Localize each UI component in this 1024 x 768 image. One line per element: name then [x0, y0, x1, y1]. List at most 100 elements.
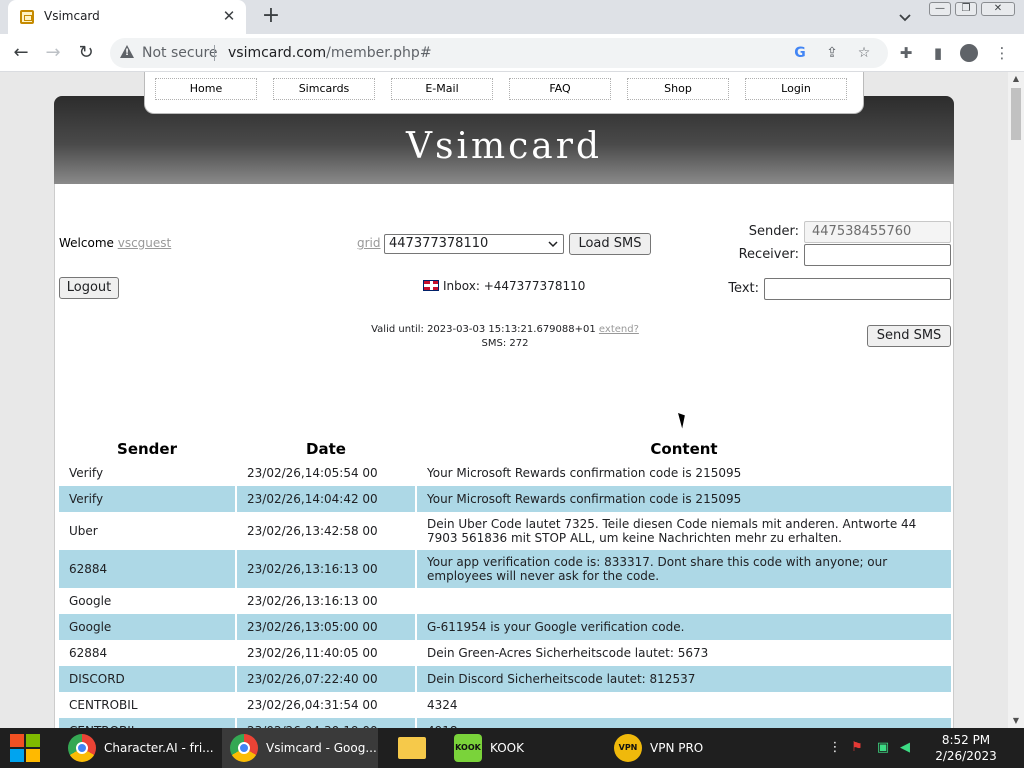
header-sender: Sender [117, 440, 177, 458]
cell-sender: 62884 [69, 646, 108, 660]
cell-sender: Google [69, 594, 112, 608]
table-row: CENTROBIL23/02/26,04:30:19 004918 [59, 718, 951, 728]
cell-date: 23/02/26,04:30:19 00 [237, 718, 415, 728]
google-lens-icon[interactable]: G [792, 45, 808, 61]
select-chevron-down-icon [548, 241, 558, 248]
nav-email[interactable]: E-Mail [391, 78, 493, 100]
browser-tab-vsimcard[interactable]: Vsimcard ✕ [8, 0, 246, 34]
scroll-up-icon[interactable]: ▲ [1008, 72, 1024, 86]
page-viewport: Home Simcards E-Mail FAQ Shop Login Vsim… [0, 72, 1008, 728]
side-panel-icon[interactable]: ▮ [928, 43, 948, 63]
tab-close-icon[interactable]: ✕ [220, 7, 238, 25]
header-content: Content [650, 440, 718, 458]
sms-table-header: Sender Date Content [59, 438, 951, 460]
clock-time: 8:52 PM [941, 733, 991, 747]
browser-toolbar: ← → ↻ ! Not secure vsimcard.com/member.p… [0, 34, 1024, 72]
grid-link[interactable]: grid [357, 236, 381, 250]
table-row: DISCORD 23/02/26,07:22:40 00 Dein Discord … [59, 666, 951, 692]
cell-sender: DISCORD [59, 666, 235, 692]
taskbar-item-character-ai[interactable]: Character.AI - fri... [60, 728, 220, 768]
cell-content: G-611954 is your Google verification cod… [417, 614, 951, 640]
cell-sender: CENTROBIL [59, 718, 235, 728]
taskbar-label: Vsimcard - Goog... [266, 741, 377, 755]
nav-simcards[interactable]: Simcards [273, 78, 375, 100]
not-secure-warning-icon[interactable]: ! [120, 45, 134, 58]
load-sms-button[interactable]: Load SMS [569, 233, 651, 255]
taskbar-item-kook[interactable]: KOOK KOOK [446, 728, 596, 768]
tab-title: Vsimcard [44, 9, 100, 23]
cell-content: 4324 [427, 698, 458, 712]
share-icon[interactable]: ⇪ [824, 45, 840, 61]
cell-date: 23/02/26,14:05:54 00 [247, 466, 378, 480]
minimize-button[interactable]: — [929, 2, 951, 16]
uk-flag-icon [423, 280, 439, 291]
close-window-button[interactable]: ✕ [981, 2, 1015, 16]
network-icon[interactable]: ▣ [876, 740, 890, 756]
profile-avatar-icon[interactable] [960, 44, 978, 62]
username-link[interactable]: vscguest [118, 236, 172, 250]
sender-label: Sender: [748, 224, 799, 239]
welcome-label: Welcome [59, 236, 114, 250]
header-date: Date [306, 440, 346, 458]
logout-button[interactable]: Logout [59, 277, 119, 299]
table-row: 62884 23/02/26,11:40:05 00 Dein Green-Acre… [59, 640, 951, 666]
page-scrollbar[interactable]: ▲ ▼ [1008, 72, 1024, 728]
flag-notification-icon[interactable]: ⚑ [850, 740, 864, 756]
clock-date: 2/26/2023 [935, 749, 997, 763]
taskbar-label: KOOK [490, 741, 524, 755]
sender-field[interactable]: 447538455760 [804, 221, 951, 243]
taskbar-item-file-explorer[interactable] [388, 728, 438, 768]
cell-content: 4918 [417, 718, 951, 728]
taskbar-label: Character.AI - fri... [104, 741, 214, 755]
nav-home[interactable]: Home [155, 78, 257, 100]
scrollbar-thumb[interactable] [1011, 88, 1021, 140]
receiver-field[interactable] [804, 244, 951, 266]
sms-table-body: Verify 23/02/26,14:05:54 00 Your Microsoft… [59, 460, 951, 728]
taskbar-item-vsimcard[interactable]: Vsimcard - Goog... [222, 728, 378, 768]
extend-link[interactable]: extend? [599, 324, 639, 335]
volume-icon[interactable]: ◀ [898, 740, 912, 756]
cell-sender: 62884 [59, 550, 235, 588]
number-select[interactable]: 447377378110 [384, 234, 564, 254]
receiver-label: Receiver: [738, 247, 799, 262]
extensions-puzzle-icon[interactable]: ✚ [896, 43, 916, 63]
scroll-down-icon[interactable]: ▼ [1008, 714, 1024, 728]
table-row: Verify 23/02/26,14:05:54 00 Your Microsoft… [59, 460, 951, 486]
valid-until-text: Valid until: 2023-03-03 15:13:21.679088+… [371, 324, 596, 335]
tab-search-chevron-icon[interactable] [896, 8, 914, 26]
table-row: 62884 23/02/26,13:16:13 00 Your app verifi… [59, 550, 951, 588]
security-label[interactable]: Not secure [142, 45, 218, 61]
nav-login[interactable]: Login [745, 78, 847, 100]
reload-icon[interactable]: ↻ [75, 42, 97, 64]
cell-date: 23/02/26,14:04:42 00 [237, 486, 415, 512]
back-arrow-icon[interactable]: ← [10, 42, 32, 64]
nav-shop[interactable]: Shop [627, 78, 729, 100]
send-sms-button[interactable]: Send SMS [867, 325, 951, 347]
simcard-favicon-icon [20, 10, 34, 24]
cell-date: 23/02/26,13:42:58 00 [247, 524, 378, 538]
taskbar-item-vpn-pro[interactable]: VPN VPN PRO [606, 728, 756, 768]
welcome-text: Welcome vscguest [59, 236, 171, 250]
sms-table: Sender Date Content Verify 23/02/26,14:05… [57, 438, 953, 728]
windows-start-icon[interactable] [10, 734, 42, 764]
text-field[interactable] [764, 278, 951, 300]
cell-date: 23/02/26,13:05:00 00 [237, 614, 415, 640]
selected-number: 447377378110 [389, 236, 489, 251]
nav-faq[interactable]: FAQ [509, 78, 611, 100]
forward-arrow-icon[interactable]: → [42, 42, 64, 64]
address-separator [214, 45, 215, 61]
cell-date: 23/02/26,13:16:13 00 [247, 594, 378, 608]
restore-button[interactable]: ❐ [955, 2, 977, 16]
bookmark-star-icon[interactable]: ☆ [856, 45, 872, 61]
new-tab-button[interactable]: + [260, 4, 282, 28]
cell-content: Dein Green-Acres Sicherheitscode lautet:… [427, 646, 709, 660]
tray-overflow-icon[interactable]: ⋮ [828, 740, 842, 756]
address-bar[interactable]: ! Not secure vsimcard.com/member.php# G … [110, 38, 888, 68]
menu-kebab-icon[interactable]: ⋮ [992, 43, 1012, 63]
site-title: Vsimcard [405, 126, 602, 167]
url-text[interactable]: vsimcard.com/member.php# [228, 45, 432, 61]
system-clock[interactable]: 8:52 PM 2/26/2023 [930, 732, 1002, 764]
table-row: Google 23/02/26,13:16:13 00 [59, 588, 951, 614]
cell-sender: Google [59, 614, 235, 640]
inbox-info: Inbox: +447377378110 [423, 279, 585, 293]
